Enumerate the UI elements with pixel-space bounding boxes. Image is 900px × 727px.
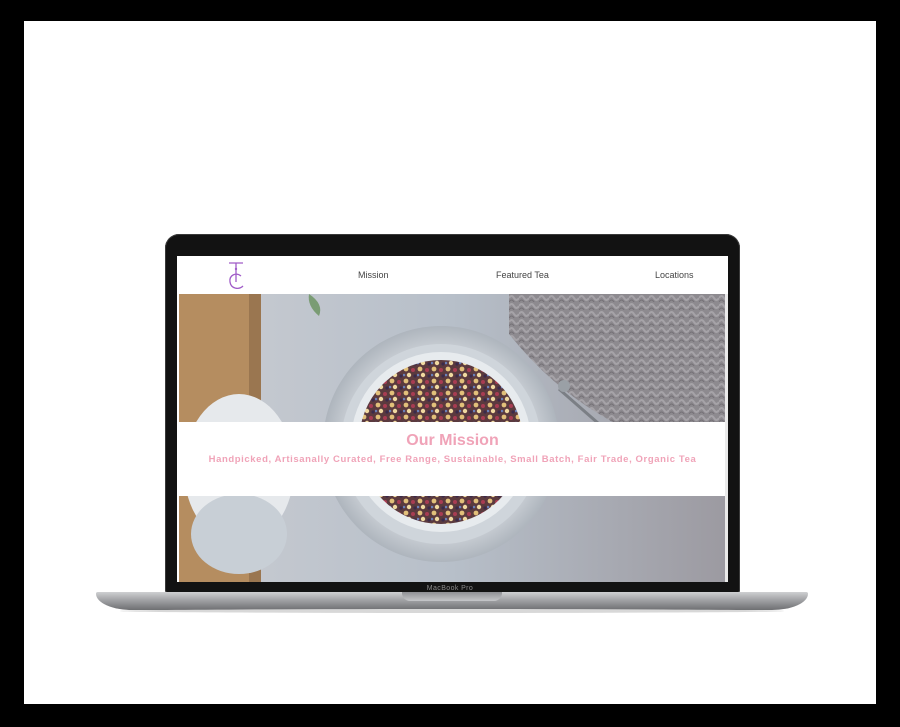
mission-title: Our Mission bbox=[406, 432, 499, 449]
nav-featured-tea-link[interactable]: Featured Tea bbox=[496, 270, 549, 280]
tc-monogram-icon[interactable] bbox=[225, 260, 247, 292]
nav-locations-link[interactable]: Locations bbox=[655, 270, 694, 280]
device-label: MacBook Pro bbox=[426, 585, 474, 592]
laptop-notch bbox=[402, 592, 502, 601]
mission-subtitle: Handpicked, Artisanally Curated, Free Ra… bbox=[208, 454, 697, 465]
nav-mission-link[interactable]: Mission bbox=[358, 270, 389, 280]
site-navbar: Mission Featured Tea Locations bbox=[177, 256, 728, 294]
page-scrollbar[interactable] bbox=[725, 294, 728, 582]
laptop-shadow bbox=[120, 609, 784, 613]
laptop-screen: Mission Featured Tea Locations Our Missi… bbox=[177, 256, 728, 582]
mission-section: Our Mission Handpicked, Artisanally Cura… bbox=[177, 422, 728, 496]
